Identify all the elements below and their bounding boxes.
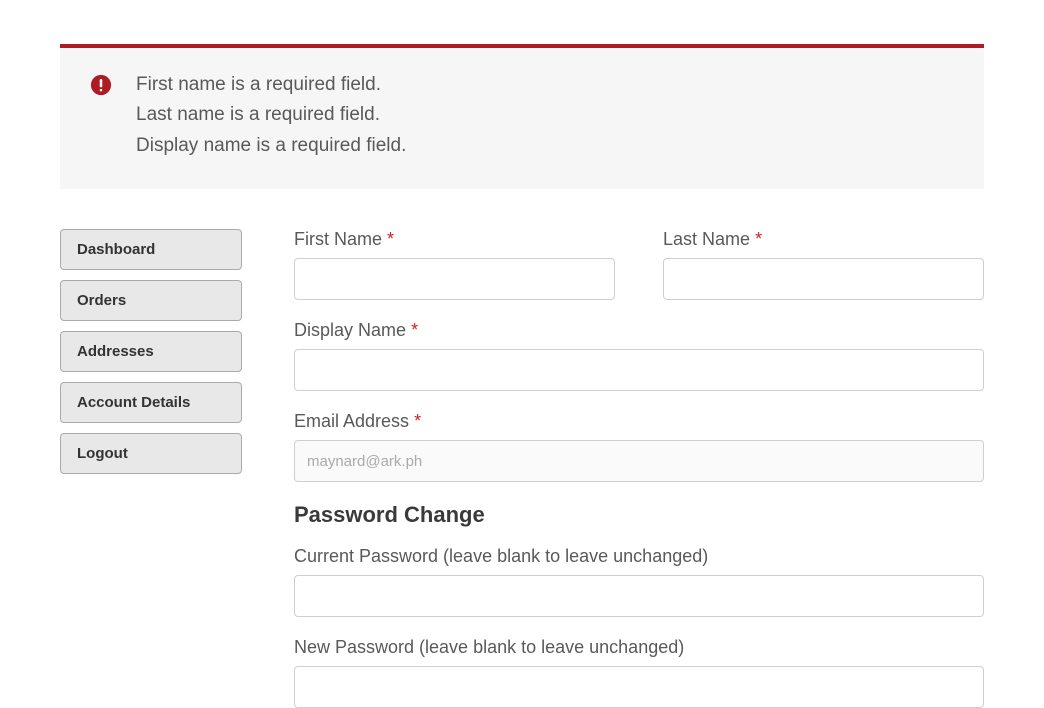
label-text: Display Name bbox=[294, 320, 406, 340]
new-password-label: New Password (leave blank to leave uncha… bbox=[294, 637, 984, 658]
display-name-label: Display Name * bbox=[294, 320, 984, 341]
error-line: Display name is a required field. bbox=[136, 131, 406, 161]
required-indicator: * bbox=[387, 229, 394, 249]
current-password-label: Current Password (leave blank to leave u… bbox=[294, 546, 984, 567]
required-indicator: * bbox=[414, 411, 421, 431]
error-line: First name is a required field. bbox=[136, 70, 406, 100]
new-password-input[interactable] bbox=[294, 666, 984, 708]
sidebar-item-addresses[interactable]: Addresses bbox=[60, 331, 242, 372]
label-text: Last Name bbox=[663, 229, 750, 249]
sidebar-item-logout[interactable]: Logout bbox=[60, 433, 242, 474]
account-details-form: First Name * Last Name * Display Name bbox=[294, 229, 984, 708]
email-label: Email Address * bbox=[294, 411, 984, 432]
required-indicator: * bbox=[755, 229, 762, 249]
sidebar-item-account-details[interactable]: Account Details bbox=[60, 382, 242, 423]
sidebar-item-orders[interactable]: Orders bbox=[60, 280, 242, 321]
display-name-input[interactable] bbox=[294, 349, 984, 391]
error-icon bbox=[90, 74, 112, 96]
label-text: First Name bbox=[294, 229, 382, 249]
first-name-input[interactable] bbox=[294, 258, 615, 300]
account-sidebar: Dashboard Orders Addresses Account Detai… bbox=[60, 229, 242, 708]
email-input bbox=[294, 440, 984, 482]
current-password-input[interactable] bbox=[294, 575, 984, 617]
required-indicator: * bbox=[411, 320, 418, 340]
error-alert-messages: First name is a required field. Last nam… bbox=[136, 70, 406, 161]
last-name-label: Last Name * bbox=[663, 229, 984, 250]
sidebar-item-dashboard[interactable]: Dashboard bbox=[60, 229, 242, 270]
password-change-heading: Password Change bbox=[294, 502, 984, 528]
label-text: Email Address bbox=[294, 411, 409, 431]
error-line: Last name is a required field. bbox=[136, 100, 406, 130]
first-name-label: First Name * bbox=[294, 229, 615, 250]
error-alert: First name is a required field. Last nam… bbox=[60, 48, 984, 189]
last-name-input[interactable] bbox=[663, 258, 984, 300]
